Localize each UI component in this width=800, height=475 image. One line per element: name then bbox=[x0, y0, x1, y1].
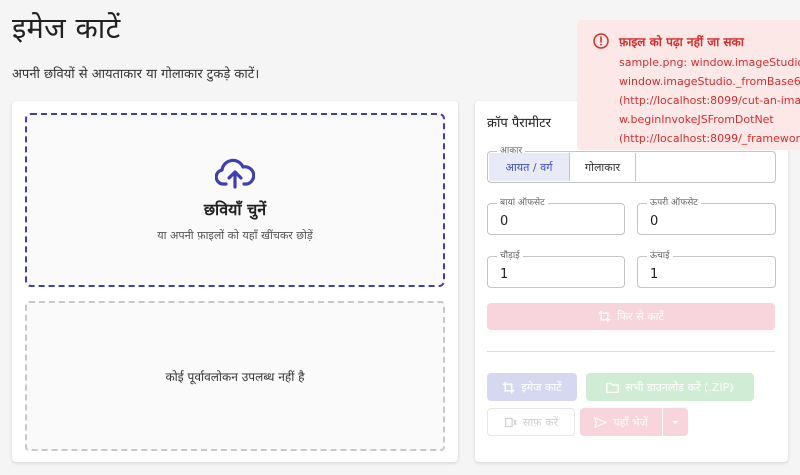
toast-line: sample.png: window.imageStudio. bbox=[619, 56, 800, 69]
toast-line: (http://localhost:8099/cut-an-image bbox=[619, 94, 800, 107]
top-offset-label: ऊपरी ऑफसेट bbox=[647, 197, 701, 209]
height-value: 1 bbox=[650, 267, 659, 282]
send-label: यहाँ भेजें bbox=[613, 415, 648, 429]
send-icon bbox=[594, 416, 608, 428]
crop-icon bbox=[503, 381, 515, 393]
shape-option-circle[interactable]: गोलाकार bbox=[570, 153, 636, 181]
upload-dropzone[interactable]: छवियाँ चुनें या अपनी फ़ाइलों को यहाँ खीं… bbox=[25, 113, 445, 287]
send-dropdown-button[interactable] bbox=[663, 408, 688, 436]
crop-icon bbox=[598, 310, 611, 323]
clear-button[interactable]: साफ़ करें bbox=[487, 408, 575, 436]
folder-icon bbox=[606, 382, 620, 393]
page-title: इमेज काटें bbox=[12, 11, 121, 45]
left-offset-label: बायां ऑफसेट bbox=[497, 197, 548, 209]
clear-label: साफ़ करें bbox=[522, 415, 559, 429]
toast-line: w.beginInvokeJSFromDotNet bbox=[619, 113, 774, 126]
recrop-label: फिर से काटें bbox=[616, 310, 665, 323]
crop-parameters-panel: क्रॉप पैरामीटर आकार आयत / वर्ग गोलाकार ब… bbox=[475, 101, 788, 462]
height-label: ऊंचाई bbox=[647, 250, 673, 262]
upload-title: छवियाँ चुनें bbox=[203, 199, 267, 219]
error-icon bbox=[593, 33, 609, 49]
toast-title: फ़ाइल को पढ़ा नहीं जा सका bbox=[619, 35, 744, 49]
download-all-button[interactable]: सभी डाउनलोड करें (.ZIP) bbox=[586, 373, 754, 401]
send-button[interactable]: यहाँ भेजें bbox=[580, 408, 662, 436]
preview-area: कोई पूर्वावलोकन उपलब्ध नहीं है bbox=[25, 301, 445, 451]
cloud-upload-icon bbox=[215, 158, 255, 189]
left-offset-field[interactable]: बायां ऑफसेट 0 bbox=[487, 197, 625, 235]
width-label: चौड़ाई bbox=[497, 250, 523, 262]
shape-selector: आकार आयत / वर्ग गोलाकार bbox=[487, 145, 776, 183]
toast-line: (http://localhost:8099/_framework/ bbox=[619, 132, 800, 145]
shape-option-rectangle[interactable]: आयत / वर्ग bbox=[489, 153, 570, 181]
upload-hint: या अपनी फ़ाइलों को यहाँ खींचकर छोड़ें bbox=[157, 228, 313, 242]
clear-icon bbox=[504, 417, 517, 427]
image-panel: छवियाँ चुनें या अपनी फ़ाइलों को यहाँ खीं… bbox=[12, 101, 458, 462]
page-subtitle: अपनी छवियों से आयताकार या गोलाकार टुकड़े… bbox=[12, 67, 260, 82]
width-field[interactable]: चौड़ाई 1 bbox=[487, 250, 625, 288]
left-offset-value: 0 bbox=[500, 214, 509, 229]
width-value: 1 bbox=[500, 267, 509, 282]
download-all-label: सभी डाउनलोड करें (.ZIP) bbox=[625, 380, 734, 394]
toast-line: window.imageStudio._fromBase64 bbox=[619, 75, 800, 88]
height-field[interactable]: ऊंचाई 1 bbox=[637, 250, 776, 288]
error-toast: फ़ाइल को पढ़ा नहीं जा सका sample.png: wi… bbox=[577, 20, 800, 150]
top-offset-field[interactable]: ऊपरी ऑफसेट 0 bbox=[637, 197, 776, 235]
chevron-down-icon bbox=[672, 420, 679, 424]
preview-empty-text: कोई पूर्वावलोकन उपलब्ध नहीं है bbox=[165, 369, 305, 384]
toast-message: sample.png: window.imageStudio. window.i… bbox=[619, 53, 800, 148]
divider bbox=[487, 351, 775, 352]
crop-image-button[interactable]: इमेज काटें bbox=[487, 373, 577, 401]
recrop-button[interactable]: फिर से काटें bbox=[487, 303, 775, 330]
top-offset-value: 0 bbox=[650, 214, 659, 229]
panel-heading: क्रॉप पैरामीटर bbox=[487, 116, 551, 131]
crop-image-label: इमेज काटें bbox=[521, 380, 562, 394]
